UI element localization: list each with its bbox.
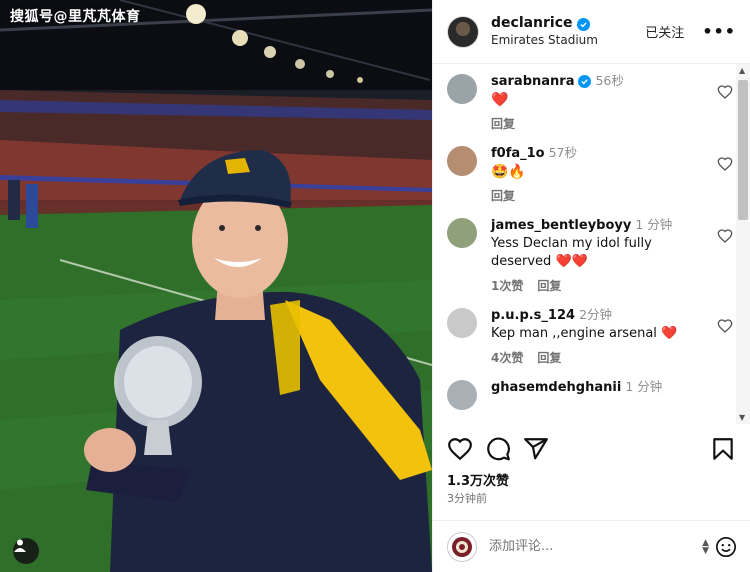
comment-time: 2分钟 xyxy=(579,307,613,322)
comment-likes-count[interactable]: 1次赞 xyxy=(491,277,523,294)
comment-meta: 回复 xyxy=(491,115,701,132)
comment-heart-icon[interactable] xyxy=(717,318,733,334)
emoji-icon[interactable] xyxy=(715,536,737,558)
verified-badge-icon xyxy=(576,17,590,31)
current-user-avatar xyxy=(447,531,477,562)
comment-heart-icon[interactable] xyxy=(717,228,733,244)
comment-item: james_bentleyboyy 1 分钟 Yess Declan my idol… xyxy=(433,216,737,294)
author-username[interactable]: declanrice xyxy=(491,15,573,33)
commenter-avatar[interactable] xyxy=(447,74,477,104)
commenter-avatar[interactable] xyxy=(447,308,477,338)
heart-icon[interactable] xyxy=(447,436,473,462)
reply-button[interactable]: 回复 xyxy=(491,115,515,132)
add-comment-bar: ▲▼ xyxy=(433,520,750,572)
author-avatar[interactable] xyxy=(447,15,479,48)
share-icon[interactable] xyxy=(523,436,549,462)
post-time-ago: 3分钟前 xyxy=(447,492,487,505)
post-photo-illustration xyxy=(0,0,432,572)
comment-meta: 4次赞 回复 xyxy=(491,349,701,366)
comment-body: f0fa_1o 57秒 🤩🔥 回复 xyxy=(491,144,737,204)
post-side-panel: declanrice Emirates Stadium 已关注 ••• sara… xyxy=(432,0,750,572)
add-comment-input[interactable] xyxy=(489,539,703,554)
author-info: declanrice Emirates Stadium xyxy=(491,15,645,48)
following-button[interactable]: 已关注 xyxy=(645,22,684,41)
commenter-username[interactable]: james_bentleyboyy xyxy=(491,218,631,233)
comment-emojis: ❤️ xyxy=(491,92,509,108)
user-tag-icon[interactable] xyxy=(13,538,39,564)
comment-item: f0fa_1o 57秒 🤩🔥 回复 xyxy=(433,144,737,204)
comment-item: ghasemdehghanii 1 分钟 xyxy=(433,378,737,410)
reply-button[interactable]: 回复 xyxy=(491,187,515,204)
comment-body: sarabnanra 56秒 ❤️ 回复 xyxy=(491,72,737,132)
comment-time: 1 分钟 xyxy=(625,379,663,394)
commenter-avatar[interactable] xyxy=(447,380,477,410)
comment-meta: 回复 xyxy=(491,187,701,204)
comment-text: Kep man ,,engine arsenal ❤️ xyxy=(491,326,678,341)
commenter-username[interactable]: sarabnanra xyxy=(491,74,574,89)
scroll-down-arrow-icon[interactable]: ▼ xyxy=(739,413,745,422)
commenter-username[interactable]: f0fa_1o xyxy=(491,146,545,161)
commenter-username[interactable]: ghasemdehghanii xyxy=(491,380,621,395)
commenter-avatar[interactable] xyxy=(447,146,477,176)
comment-body: p.u.p.s_124 2分钟 Kep man ,,engine arsenal ❤… xyxy=(491,306,737,366)
comment-body: james_bentleyboyy 1 分钟 Yess Declan my idol… xyxy=(491,216,737,294)
verified-badge-icon xyxy=(578,75,592,88)
post-photo[interactable]: 搜狐号@里芃芃体育 xyxy=(0,0,432,572)
reply-button[interactable]: 回复 xyxy=(537,349,561,366)
post-actions xyxy=(447,434,736,464)
comment-heart-icon[interactable] xyxy=(717,84,733,100)
comment-likes-count[interactable]: 4次赞 xyxy=(491,349,523,366)
input-spinner-icon[interactable]: ▲ ▼ xyxy=(702,538,709,555)
scroll-thumb[interactable] xyxy=(738,80,748,220)
comment-text: Yess Declan my idol fully deserved ❤️❤️ xyxy=(491,236,652,269)
post-header: declanrice Emirates Stadium 已关注 ••• xyxy=(433,0,750,64)
comment-body: ghasemdehghanii 1 分钟 xyxy=(491,378,737,410)
comment-heart-icon[interactable] xyxy=(717,156,733,172)
comment-time: 57秒 xyxy=(548,145,578,160)
comment-meta: 1次赞 回复 xyxy=(491,277,701,294)
watermark-text: 搜狐号@里芃芃体育 xyxy=(10,9,141,25)
comment-emojis: 🤩🔥 xyxy=(491,164,526,180)
more-options-icon[interactable]: ••• xyxy=(702,22,736,41)
comments-scrollbar[interactable]: ▲ ▼ xyxy=(736,64,750,424)
comments-list: sarabnanra 56秒 ❤️ 回复 f0fa_1o 57秒 🤩🔥 回复 james_ben… xyxy=(433,64,737,424)
comment-item: sarabnanra 56秒 ❤️ 回复 xyxy=(433,72,737,132)
reply-button[interactable]: 回复 xyxy=(537,277,561,294)
scroll-up-arrow-icon[interactable]: ▲ xyxy=(739,66,745,75)
likes-count[interactable]: 1.3万次赞 xyxy=(447,470,509,489)
comment-time: 1 分钟 xyxy=(635,217,673,232)
comment-icon[interactable] xyxy=(485,436,511,462)
comment-time: 56秒 xyxy=(595,73,624,88)
post-location[interactable]: Emirates Stadium xyxy=(491,33,645,48)
bookmark-icon[interactable] xyxy=(710,436,736,462)
commenter-username[interactable]: p.u.p.s_124 xyxy=(491,308,575,323)
comment-item: p.u.p.s_124 2分钟 Kep man ,,engine arsenal ❤… xyxy=(433,306,737,366)
commenter-avatar[interactable] xyxy=(447,218,477,248)
